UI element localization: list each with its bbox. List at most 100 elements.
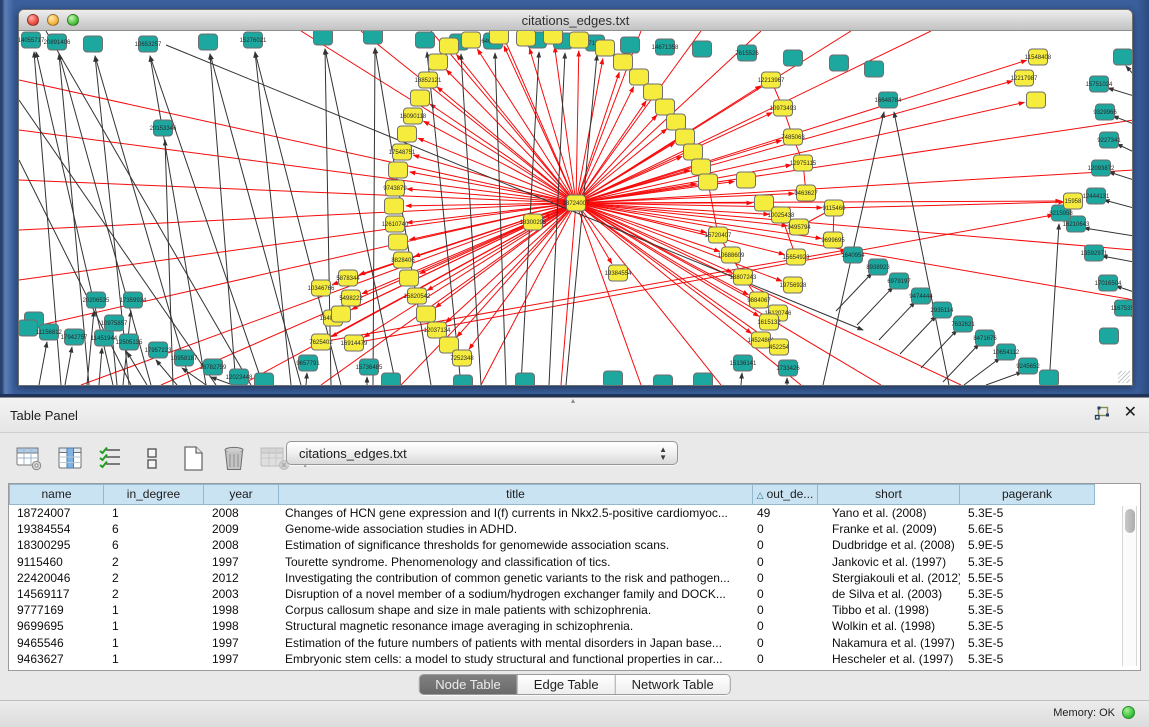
network-node-teal[interactable] xyxy=(784,50,803,66)
table-row[interactable]: 2242004622012Investigating the contribut… xyxy=(9,570,1119,586)
network-node-teal[interactable]: 20153346 xyxy=(150,120,177,136)
column-header-name[interactable]: name xyxy=(9,484,104,505)
network-node-yellow[interactable] xyxy=(517,31,536,46)
network-node-yellow[interactable]: 16090118 xyxy=(400,108,427,124)
network-window-titlebar[interactable]: citations_edges.txt xyxy=(19,10,1132,31)
network-node-yellow[interactable] xyxy=(389,162,408,178)
network-node-yellow[interactable]: 5878344 xyxy=(336,270,360,286)
row-height-icon[interactable] xyxy=(137,443,167,473)
network-node-yellow[interactable]: 18852121 xyxy=(415,72,442,88)
network-node-yellow[interactable]: 18807243 xyxy=(730,269,757,285)
network-node-yellow[interactable]: 19384554 xyxy=(605,265,632,281)
table-settings-icon[interactable] xyxy=(14,443,44,473)
column-header-short[interactable]: short xyxy=(818,484,960,505)
network-node-yellow[interactable]: 10688609 xyxy=(718,247,745,263)
memory-ok-icon[interactable] xyxy=(1122,706,1135,719)
network-canvas[interactable]: 1405571720891406106532571527602164661611… xyxy=(19,31,1132,385)
network-node-yellow[interactable] xyxy=(656,99,675,115)
network-node-teal[interactable]: 15136141 xyxy=(730,355,757,371)
network-node-yellow[interactable] xyxy=(389,234,408,250)
table-row[interactable]: 1456911722003Disruption of a novel membe… xyxy=(9,586,1119,602)
network-node-teal[interactable] xyxy=(830,55,849,71)
table-row[interactable]: 977716911998Corpus callosum shape and si… xyxy=(9,602,1119,618)
network-node-teal[interactable]: 11451944 xyxy=(91,330,118,346)
table-source-dropdown[interactable]: citations_edges.txt ▲▼ xyxy=(286,441,678,465)
network-node-yellow[interactable] xyxy=(644,84,663,100)
network-node-yellow[interactable]: 10346766 xyxy=(308,280,335,296)
network-node-yellow[interactable]: 7485063 xyxy=(781,129,805,145)
network-node-yellow[interactable] xyxy=(630,69,649,85)
network-node-teal[interactable] xyxy=(255,373,274,385)
close-panel-icon[interactable]: ✕ xyxy=(1124,405,1137,421)
network-node-yellow[interactable] xyxy=(570,32,589,48)
network-node-yellow[interactable]: 5498222 xyxy=(339,290,363,306)
network-node-yellow[interactable] xyxy=(676,129,695,145)
network-node-yellow[interactable] xyxy=(417,306,436,322)
column-header-out_de[interactable]: △out_de... xyxy=(753,484,818,505)
network-node-teal[interactable] xyxy=(416,32,435,48)
network-node-teal[interactable] xyxy=(621,37,640,53)
network-node-teal[interactable]: 17957223 xyxy=(145,342,172,358)
network-node-yellow[interactable] xyxy=(332,306,351,322)
delete-columns-icon[interactable] xyxy=(219,443,249,473)
table-scrollbar[interactable] xyxy=(1122,506,1137,666)
network-node-yellow[interactable] xyxy=(411,90,430,106)
network-node-yellow[interactable] xyxy=(596,40,615,56)
network-node-teal[interactable]: 10958187 xyxy=(171,350,198,366)
network-node-teal[interactable]: 16648784 xyxy=(875,92,902,108)
network-node-teal[interactable]: 17016504 xyxy=(1095,275,1122,291)
network-node-yellow[interactable]: 8828406 xyxy=(391,252,415,268)
network-node-yellow[interactable]: 452254 xyxy=(769,339,790,355)
column-header-year[interactable]: year xyxy=(204,484,279,505)
select-columns-icon[interactable] xyxy=(55,443,85,473)
network-node-teal[interactable]: 17359934 xyxy=(120,292,147,308)
network-node-yellow[interactable]: 15958 xyxy=(1064,193,1083,209)
tab-network-table[interactable]: Network Table xyxy=(615,675,730,694)
network-node-teal[interactable] xyxy=(604,371,623,385)
network-node-yellow[interactable] xyxy=(692,159,711,175)
network-node-teal[interactable]: 17942757 xyxy=(61,329,88,345)
network-node-teal[interactable] xyxy=(199,34,218,50)
citation-network-graph[interactable]: 1405571720891406106532571527602164661611… xyxy=(19,31,1132,385)
network-node-teal[interactable]: 7632621 xyxy=(951,316,975,332)
table-row[interactable]: 946362711997Embryonic stem cells: a mode… xyxy=(9,651,1119,667)
network-node-yellow[interactable]: 9495794 xyxy=(787,219,811,235)
network-node-yellow[interactable] xyxy=(398,126,417,142)
float-window-icon[interactable] xyxy=(1094,406,1110,421)
network-node-yellow[interactable]: 19756928 xyxy=(780,277,807,293)
network-node-yellow[interactable] xyxy=(684,144,703,160)
network-node-teal[interactable] xyxy=(382,373,401,385)
network-node-teal[interactable] xyxy=(693,41,712,57)
split-pane-grip[interactable]: ▴ xyxy=(566,398,580,404)
column-header-title[interactable]: title xyxy=(279,484,753,505)
network-node-teal[interactable]: 6979197 xyxy=(887,273,911,289)
network-node-yellow[interactable] xyxy=(429,54,448,70)
new-table-icon[interactable] xyxy=(178,443,208,473)
network-node-teal[interactable]: 14671358 xyxy=(652,39,679,55)
network-node-teal[interactable]: 16782759 xyxy=(200,359,227,375)
network-node-teal[interactable]: 10654112 xyxy=(993,344,1020,360)
network-node-teal[interactable] xyxy=(865,61,884,77)
network-node-teal[interactable] xyxy=(364,31,383,44)
network-node-yellow[interactable]: 16914479 xyxy=(341,335,368,351)
table-row[interactable]: 1938455462009Genome-wide association stu… xyxy=(9,521,1119,537)
network-node-teal[interactable]: 9657791 xyxy=(296,355,320,371)
table-row[interactable]: 1830029562008Estimation of significance … xyxy=(9,537,1119,553)
network-node-teal[interactable]: 12023448 xyxy=(226,369,253,385)
table-row[interactable]: 1872400712008Changes of HCN gene express… xyxy=(9,505,1119,521)
network-node-teal[interactable]: 9329966 xyxy=(1093,104,1117,120)
network-node-teal[interactable]: 12505135 xyxy=(116,334,143,350)
network-node-teal[interactable] xyxy=(314,31,333,45)
window-resize-grip[interactable] xyxy=(1118,371,1130,383)
network-node-teal[interactable] xyxy=(1040,370,1059,385)
network-node-yellow[interactable]: 9699695 xyxy=(821,232,845,248)
network-node-yellow[interactable]: 15820542 xyxy=(404,288,431,304)
network-node-teal[interactable] xyxy=(694,373,713,385)
network-node-teal[interactable] xyxy=(1100,328,1119,344)
network-node-yellow[interactable] xyxy=(737,172,756,188)
network-node-teal[interactable]: 12093872 xyxy=(1088,160,1115,176)
network-node-teal[interactable]: 11675358 xyxy=(1111,300,1132,316)
table-row[interactable]: 969969511998Structural magnetic resonanc… xyxy=(9,618,1119,634)
network-node-teal[interactable]: 13592971 xyxy=(1081,245,1108,261)
network-node-teal[interactable]: 2935114 xyxy=(931,302,955,318)
